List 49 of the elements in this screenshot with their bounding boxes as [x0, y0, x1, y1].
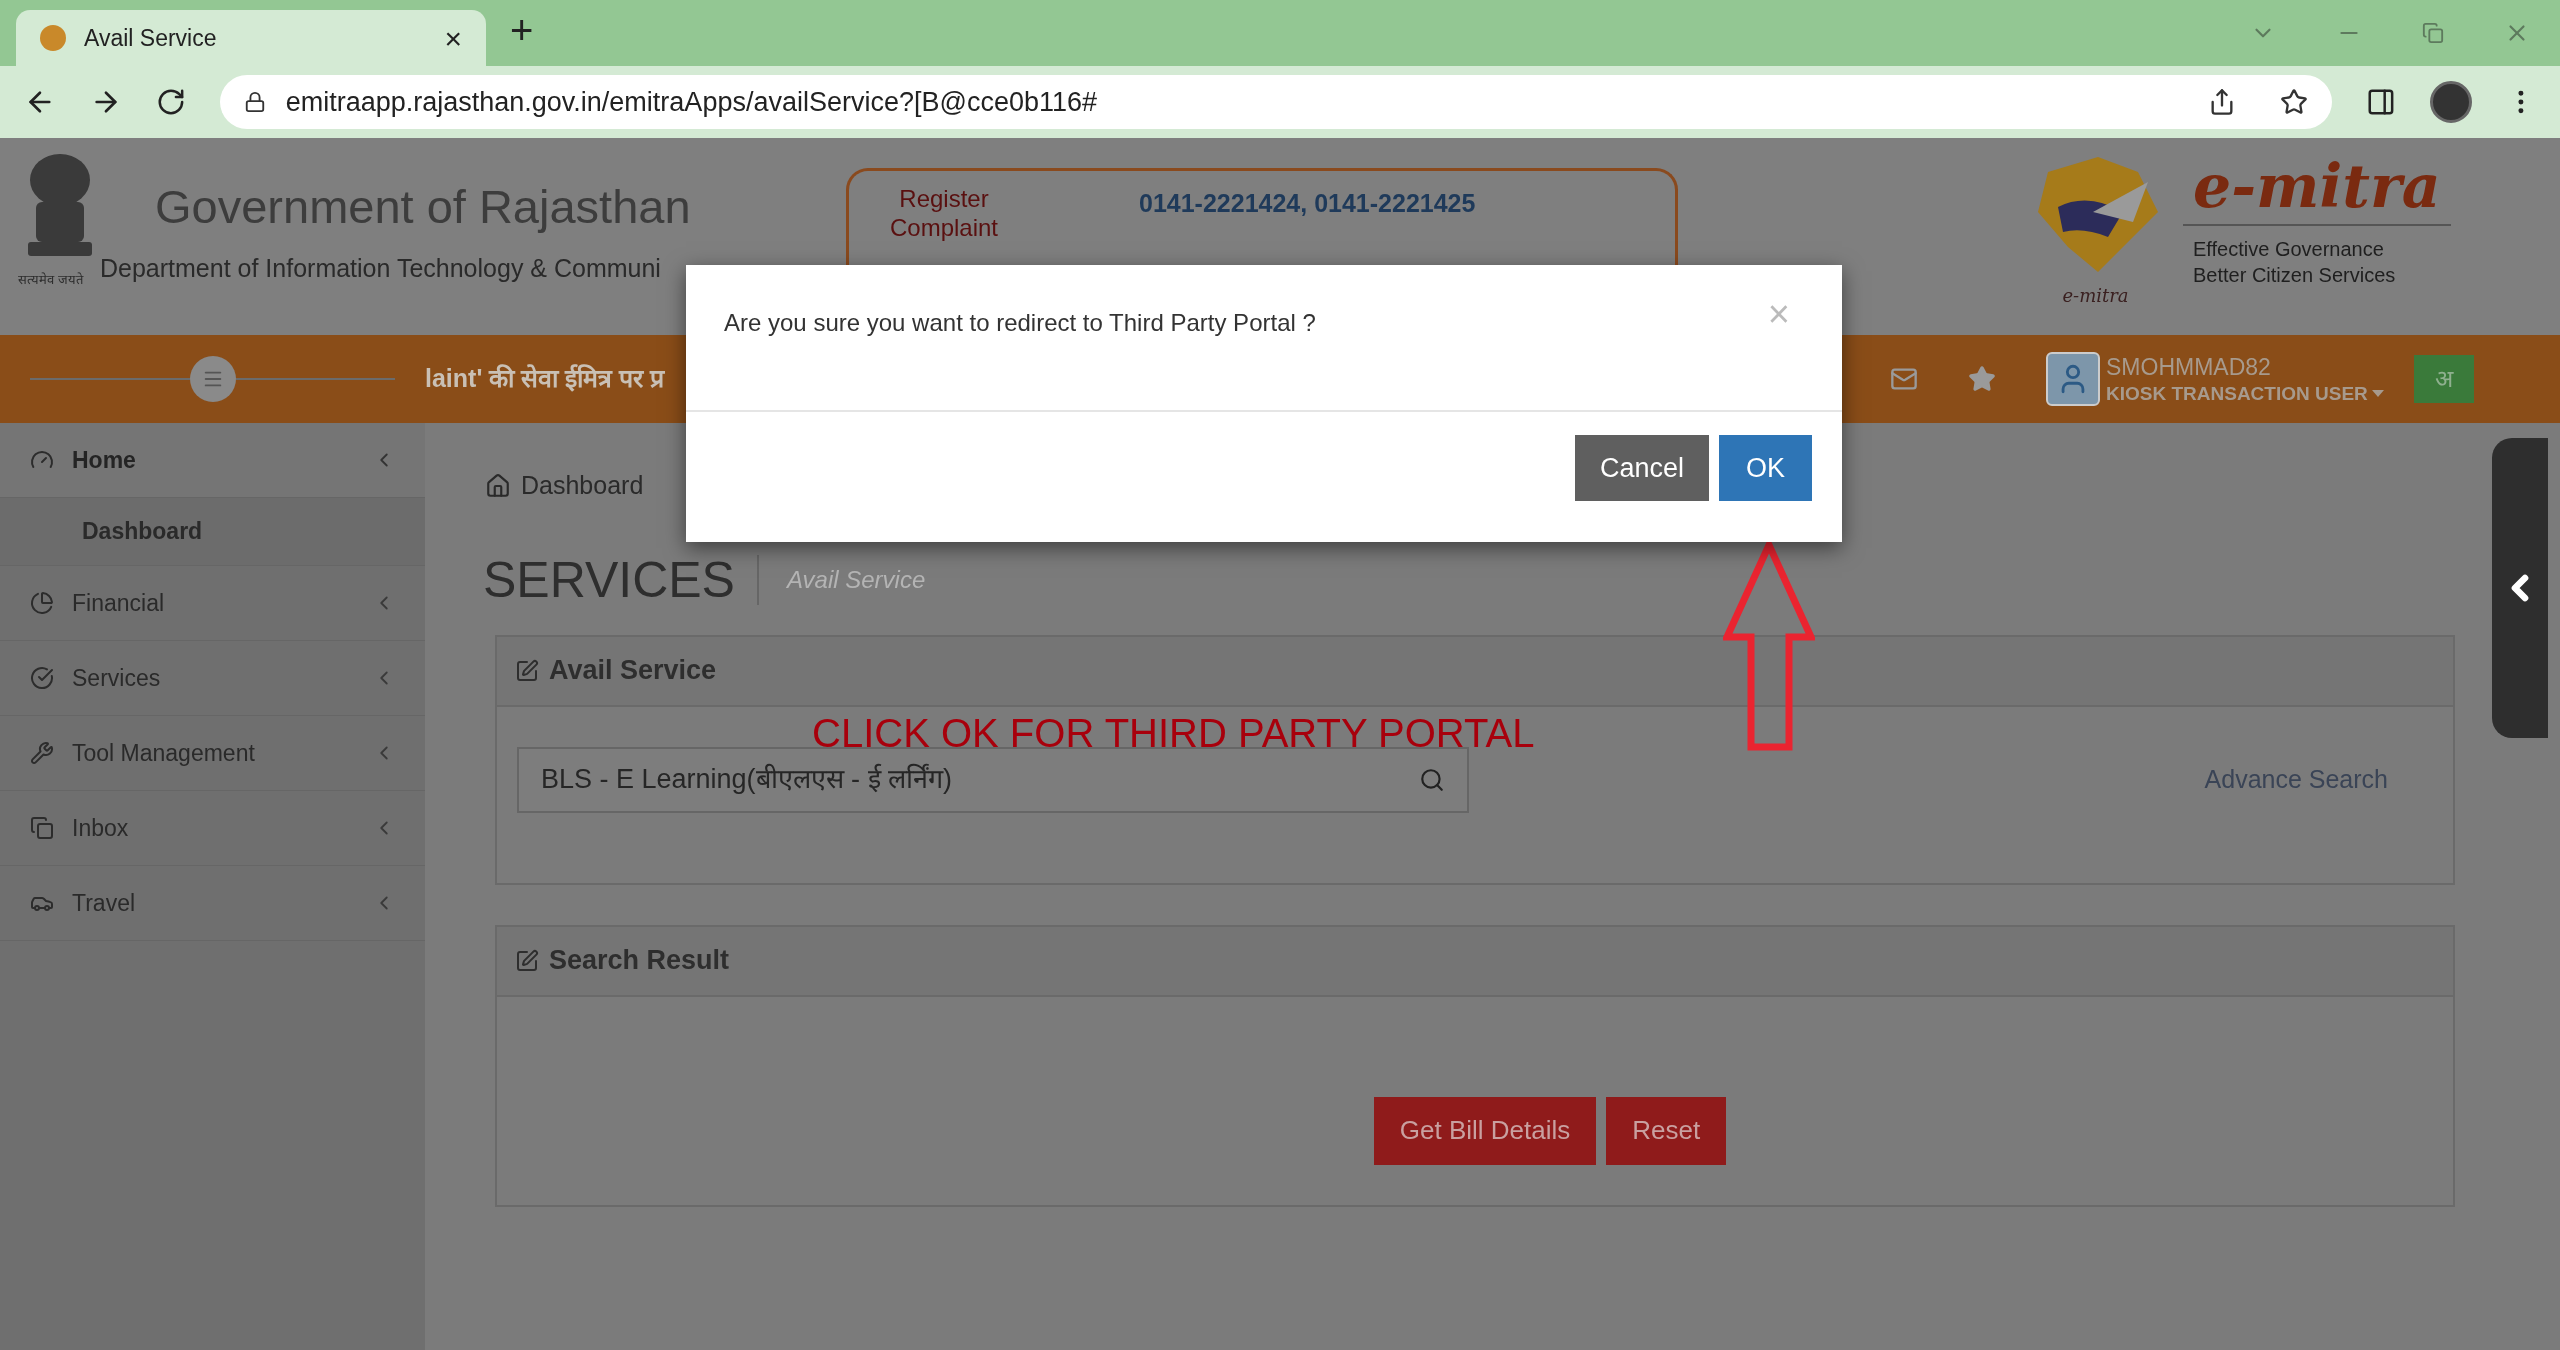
cancel-button[interactable]: Cancel [1575, 435, 1709, 501]
tab-close[interactable]: × [444, 15, 462, 61]
browser-tab[interactable]: Avail Service × [16, 10, 486, 66]
wrench-icon [30, 741, 54, 765]
sidebar-toggle[interactable] [189, 356, 236, 402]
lock-icon [243, 91, 266, 113]
dialog-message: Are you sure you want to redirect to Third Party Portal ? [724, 308, 1317, 338]
restore-icon[interactable] [2422, 22, 2444, 44]
home-icon [485, 472, 511, 499]
user-name: SMOHMMAD82 [2106, 352, 2272, 382]
url-text: emitraapp.rajasthan.gov.in/emitraApps/availService?[B@cce0b116# [285, 85, 1099, 119]
advance-search-link[interactable]: Advance Search [2204, 760, 2388, 799]
tab-title: Avail Service [84, 23, 218, 53]
new-tab-button[interactable]: + [510, 0, 534, 60]
dialog-close[interactable]: × [1767, 295, 1790, 333]
sidebar-item[interactable]: Home [0, 423, 425, 498]
ok-button[interactable]: OK [1719, 435, 1812, 501]
get-bill-details-button[interactable]: Get Bill Details [1373, 1096, 1597, 1165]
edit-icon [515, 658, 539, 683]
breadcrumb-link[interactable]: Dashboard [521, 467, 644, 505]
panel-title: Avail Service [549, 654, 717, 688]
emitra-wordmark: e-mitra [2183, 156, 2451, 226]
search-icon[interactable] [1419, 766, 1445, 793]
pie-chart-icon [30, 591, 54, 615]
helpline-numbers: 0141-2221424, 0141-2221425 [1139, 188, 1476, 219]
edit-icon [515, 948, 539, 973]
address-bar[interactable]: emitraapp.rajasthan.gov.in/emitraApps/availService?[B@cce0b116# [219, 75, 2333, 129]
language-button[interactable]: अ [2413, 355, 2474, 403]
site-favicon-icon [40, 25, 66, 51]
news-ticker: laint' की सेवा ईमित्र पर प्र [425, 363, 665, 395]
reset-button[interactable]: Reset [1606, 1096, 1727, 1165]
emitra-tagline: Effective Governance Better Citizen Services [2192, 237, 2397, 288]
emblem-motto: सत्यमेव जयते [18, 271, 83, 289]
panel-title: Search Result [549, 944, 730, 978]
favorites-star-icon[interactable] [1968, 365, 1996, 393]
user-role-dropdown[interactable]: KIOSK TRANSACTION USER [2106, 381, 2384, 406]
bookmark-star-icon[interactable] [2280, 88, 2309, 116]
department-name: Department of Information Technology & Communi [100, 253, 662, 284]
service-search-field[interactable]: BLS - E Learning(बीएलएस - ई लर्निंग) [517, 746, 1469, 813]
documents-icon [30, 816, 54, 840]
page-subtitle: Avail Service [786, 564, 926, 595]
register-complaint-link[interactable]: Register Complaint [879, 185, 1009, 243]
user-avatar[interactable] [2046, 352, 2100, 406]
caret-icon [2371, 389, 2384, 397]
side-drawer-tab[interactable] [2492, 438, 2548, 738]
emitra-logo-caption: e-mitra [2062, 284, 2129, 308]
page-title: SERVICES [483, 554, 759, 605]
check-circle-icon [30, 666, 54, 690]
profile-avatar[interactable] [2430, 81, 2473, 123]
